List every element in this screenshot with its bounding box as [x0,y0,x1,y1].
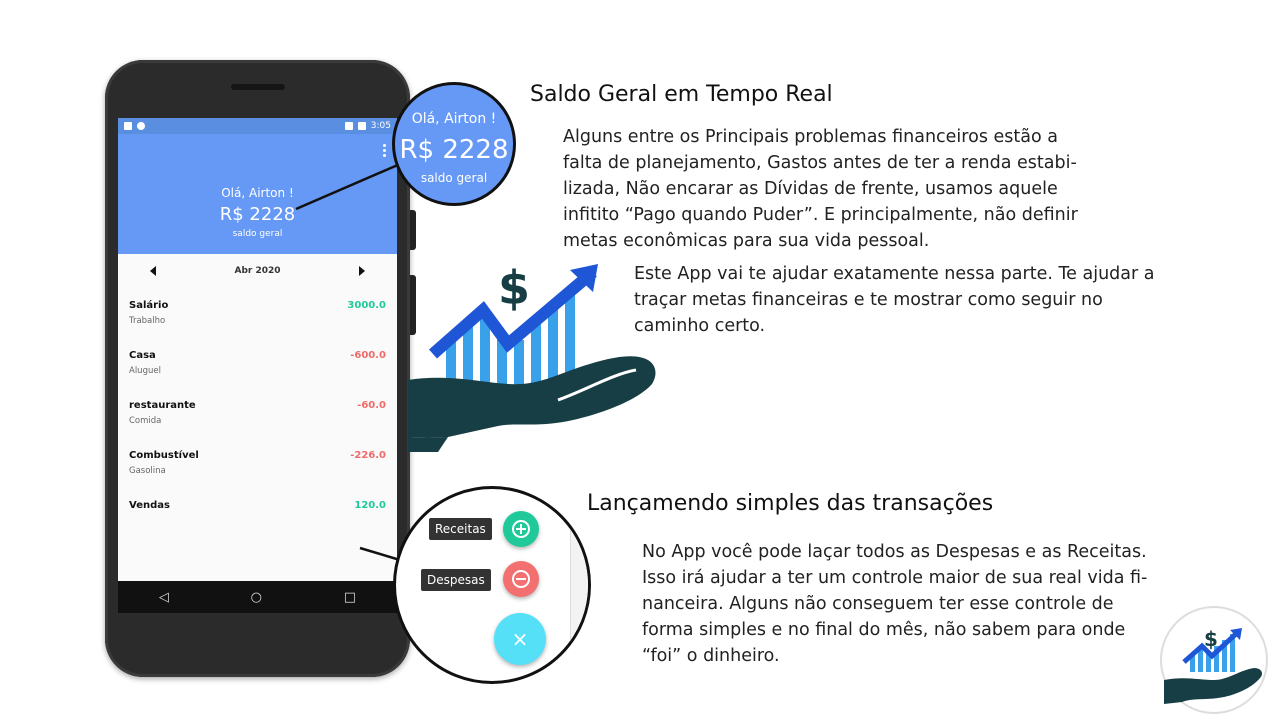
balance-zoom-callout: Olá, Airton ! R$ 2228 saldo geral [392,82,516,206]
zoom-greeting: Olá, Airton ! [411,111,497,127]
paragraph-line: nanceira. Alguns não conseguem ter esse … [642,594,1114,614]
overflow-menu-icon[interactable] [383,144,387,159]
paragraph-line: No App você pode laçar todos as Despesas… [642,542,1147,562]
status-time: 3:05 [370,121,391,131]
transaction-value: -226.0 [350,450,386,461]
phone-mockup: 3:05 Olá, Airton ! R$ 2228 saldo geral A… [105,60,416,677]
section1-paragraph1: Alguns entre os Principais problemas fin… [563,124,1078,254]
paragraph-line: metas econômicas para sua vida pessoal. [563,231,930,251]
balance-label: saldo geral [232,229,283,239]
paragraph-line: infitito “Pago quando Puder”. E principa… [563,205,1078,225]
section2-title: Lançamendo simples das transações [587,491,994,516]
balance-header: Olá, Airton ! R$ 2228 saldo geral [118,134,397,254]
transaction-list: Salário Trabalho 3000.0 Casa Aluguel -600.0 re… [118,288,397,538]
balance-amount: R$ 2228 [219,204,296,225]
paragraph-line: traçar metas financeiras e te mostrar co… [634,290,1103,310]
paragraph-line: caminho certo. [634,316,766,336]
paragraph-line: forma simples e no final do mês, não sab… [642,620,1126,640]
status-bar: 3:05 [118,118,397,134]
recents-icon[interactable]: □ [344,590,356,605]
fab-menu-zoom-callout: Receitas Despesas × [393,486,591,684]
svg-text:$: $ [1204,627,1218,651]
transaction-name: restaurante [129,400,196,411]
back-icon[interactable]: ◁ [159,590,169,605]
current-month: Abr 2020 [234,266,281,276]
section1-title: Saldo Geral em Tempo Real [530,82,833,107]
expense-chip[interactable]: Despesas [421,569,491,591]
plus-circle-icon[interactable] [503,511,539,547]
paragraph-line: falta de planejamento, Gastos antes de t… [563,153,1077,173]
android-nav-bar: ◁ ○ □ [118,581,397,613]
phone-speaker [230,84,285,90]
transaction-name: Casa [129,350,156,361]
paragraph-line: “foi” o dinheiro. [642,646,780,666]
transaction-category: Trabalho [129,316,166,326]
transaction-value: 3000.0 [347,300,386,311]
side-panel [570,489,588,681]
phone-screen: 3:05 Olá, Airton ! R$ 2228 saldo geral A… [118,118,397,612]
transaction-value: -600.0 [350,350,386,361]
prev-month-icon[interactable] [150,266,156,276]
paragraph-line: lizada, Não encarar as Dívidas de frente… [563,179,1058,199]
notification-icon [124,122,132,130]
transaction-row[interactable]: restaurante Comida -60.0 [129,388,386,438]
transaction-value: -60.0 [357,400,386,411]
transaction-category: Comida [129,416,162,426]
section2-paragraph: No App você pode laçar todos as Despesas… [642,539,1147,669]
transaction-row[interactable]: Combustível Gasolina -226.0 [129,438,386,488]
zoom-balance-label: saldo geral [420,171,488,185]
paragraph-line: Este App vai te ajudar exatamente nessa … [634,264,1155,284]
transaction-name: Combustível [129,450,199,461]
home-icon[interactable]: ○ [251,590,262,605]
next-month-icon[interactable] [359,266,365,276]
zoom-balance: R$ 2228 [399,135,509,165]
transaction-category: Gasolina [129,466,166,476]
transaction-row[interactable]: Casa Aluguel -600.0 [129,338,386,388]
month-selector: Abr 2020 [118,254,397,288]
income-chip[interactable]: Receitas [429,518,492,540]
greeting-text: Olá, Airton ! [221,186,294,200]
svg-text:$: $ [498,262,530,315]
close-menu-button[interactable]: × [494,613,546,665]
minus-circle-icon[interactable] [503,561,539,597]
section1-paragraph2: Este App vai te ajudar exatamente nessa … [634,261,1155,339]
volume-button [410,210,416,250]
transaction-row[interactable]: Vendas 120.0 [129,488,386,538]
transaction-name: Vendas [129,500,170,511]
app-logo-icon: $ [1160,606,1268,714]
transaction-name: Salário [129,300,169,311]
android-icon [137,122,145,130]
paragraph-line: Alguns entre os Principais problemas fin… [563,127,1058,147]
paragraph-line: Isso irá ajudar a ter um controle maior … [642,568,1148,588]
transaction-row[interactable]: Salário Trabalho 3000.0 [129,288,386,338]
hand-growth-chart-icon: $ [408,262,656,452]
transaction-category: Aluguel [129,366,161,376]
signal-icon [344,122,353,130]
transaction-value: 120.0 [354,500,386,511]
battery-icon [357,122,366,130]
